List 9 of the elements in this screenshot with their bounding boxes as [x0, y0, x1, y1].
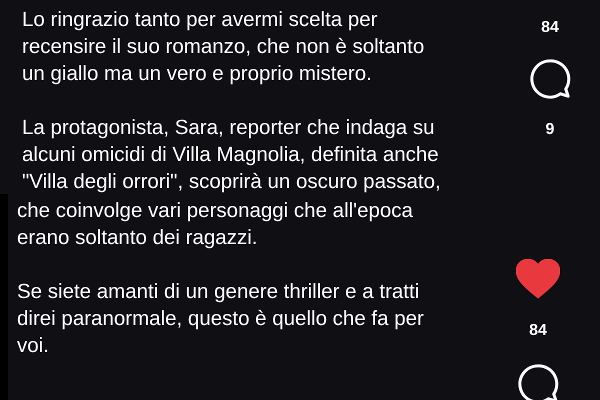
count-label: 84	[541, 18, 559, 38]
comment-icon[interactable]	[529, 58, 571, 100]
paragraph: Lo ringrazio tanto per avermi scelta per recensire il suo romanzo, che non è soltanto un giallo ma un vero e proprio mistero.	[22, 7, 426, 87]
paragraph: che coinvolge vari personaggi che all'epoca erano soltanto dei ragazzi.	[17, 198, 414, 251]
paragraph: Se siete amanti di un genere thriller e a tratti direi paranormale, questo è quello che fa per voi.	[17, 279, 425, 359]
heart-icon[interactable]	[516, 259, 560, 299]
comment-icon[interactable]	[517, 363, 559, 400]
count-label: 9	[546, 120, 554, 140]
count-label: 84	[529, 321, 547, 341]
